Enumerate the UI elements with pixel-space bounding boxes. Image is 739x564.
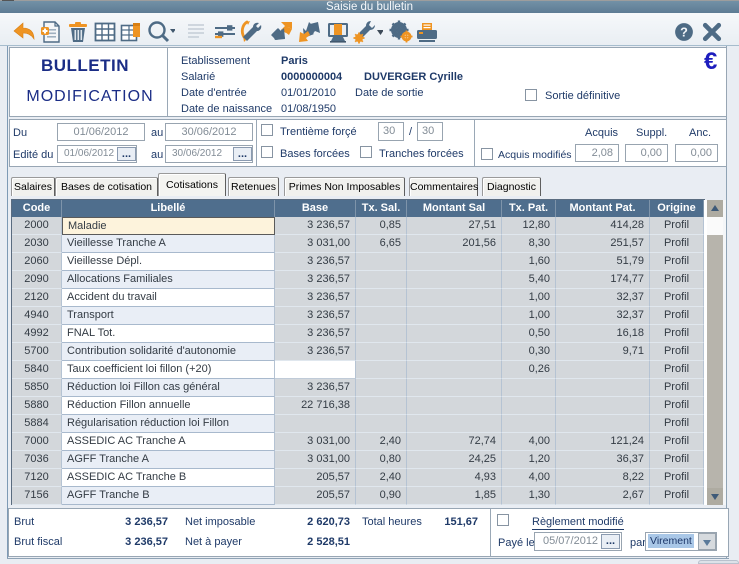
svg-text:?: ? xyxy=(680,26,688,40)
